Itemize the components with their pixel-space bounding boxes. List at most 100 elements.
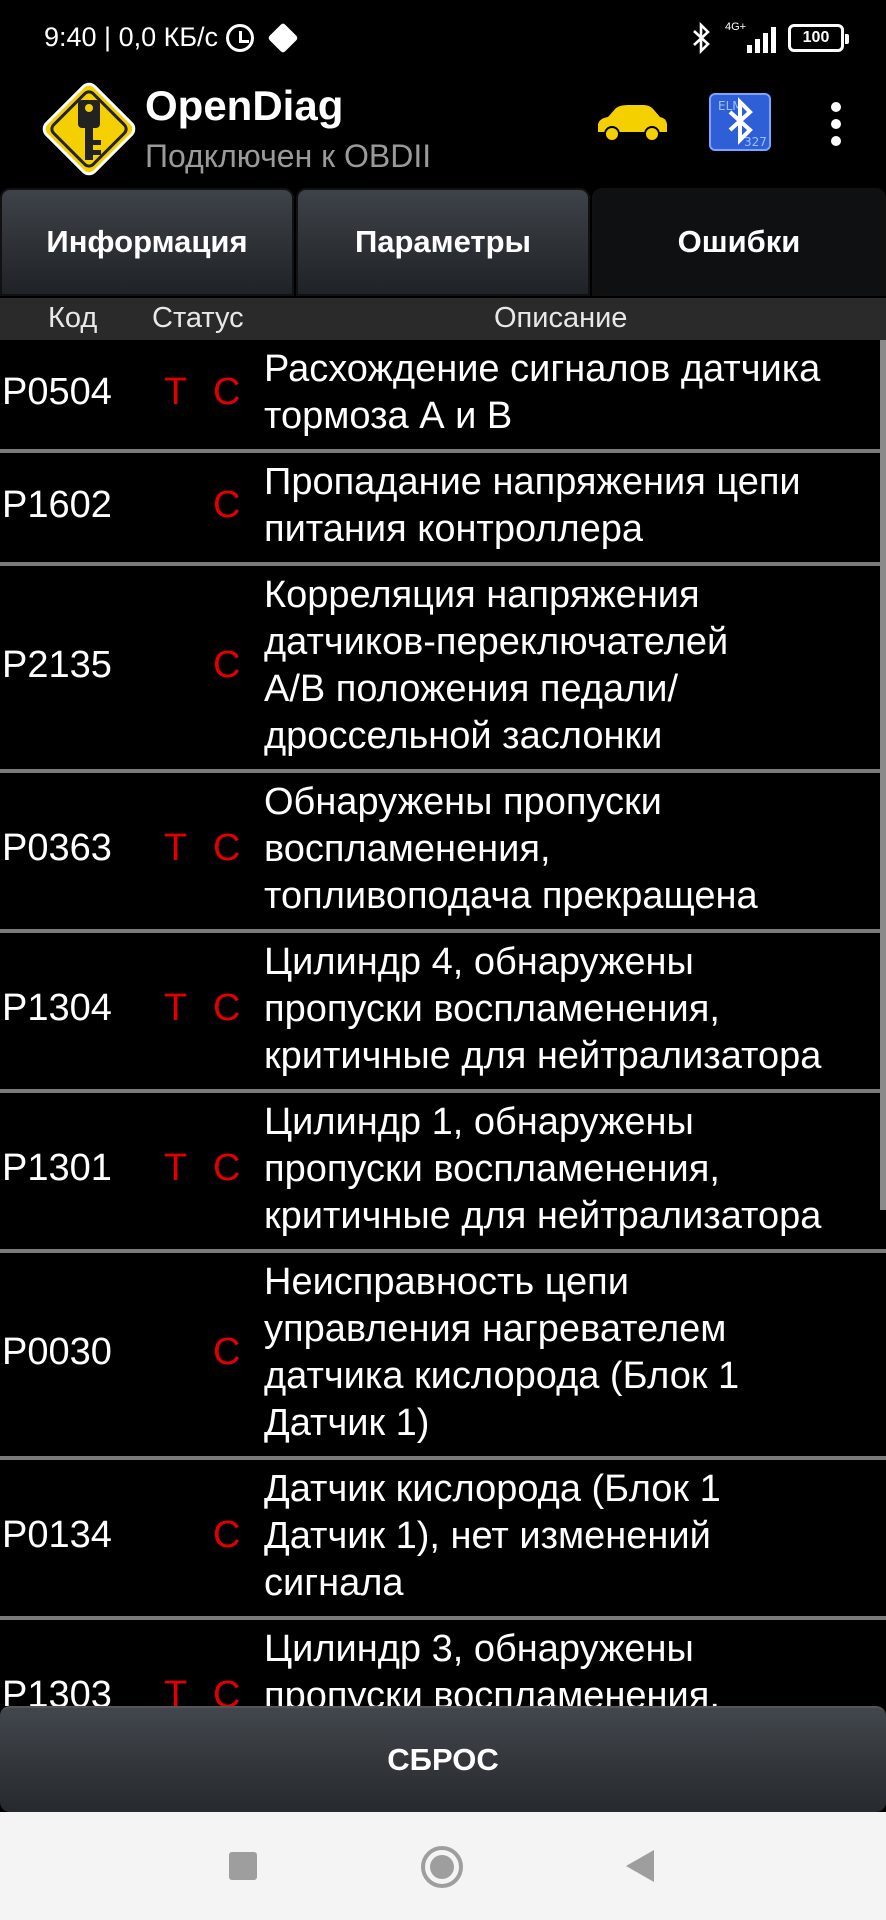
svg-text:327: 327 xyxy=(744,135,767,149)
error-code: P0134 xyxy=(2,1514,112,1556)
description-line: Корреляция напряжения xyxy=(264,574,700,616)
car-icon[interactable] xyxy=(594,102,670,144)
error-row[interactable]: P0134 С Датчик кислорода (Блок 1 Датчик 1),… xyxy=(0,1460,886,1620)
error-row[interactable]: P1303 Т С Цилиндр 3, обнаружены пропуски вос… xyxy=(0,1620,886,1706)
battery-icon: 100 xyxy=(788,24,849,52)
error-row[interactable]: P2135 С Корреляция напряжения датчиков-пере… xyxy=(0,566,886,773)
status-t: Т xyxy=(164,371,188,413)
status-c: С xyxy=(213,1674,241,1706)
status-c: С xyxy=(213,484,241,526)
back-icon[interactable] xyxy=(626,1850,654,1882)
description-line: Цилиндр 4, обнаружены xyxy=(264,941,694,983)
error-description: Цилиндр 1, обнаружены пропуски воспламене… xyxy=(264,1099,886,1240)
description-line: Пропадание напряжения цепи xyxy=(264,461,801,503)
error-description: Корреляция напряжения датчиков-переключат… xyxy=(264,572,886,760)
description-line: датчиков-переключателей xyxy=(264,621,729,663)
description-line: пропуски воспламенения, xyxy=(264,1148,720,1190)
status-t: Т xyxy=(164,987,188,1029)
description-line: датчика кислорода (Блок 1 xyxy=(264,1355,740,1397)
description-line: Расхождение сигналов датчика xyxy=(264,348,821,390)
description-line: воспламенения, xyxy=(264,828,551,870)
tab-parameters[interactable]: Параметры xyxy=(296,188,590,296)
error-list[interactable]: P0504 Т С Расхождение сигналов датчика тормо… xyxy=(0,340,886,1706)
description-line: А/В положения педали/ xyxy=(264,668,679,710)
home-icon[interactable] xyxy=(421,1846,463,1888)
error-description: Неисправность цепи управления нагревателе… xyxy=(264,1259,886,1447)
status-right: 4G+ 100 xyxy=(691,21,849,54)
status-c: С xyxy=(213,1147,241,1189)
column-header: Код Статус Описание xyxy=(0,298,886,340)
column-description: Описание xyxy=(494,302,628,334)
connection-status: Подключен к OBDII xyxy=(145,138,432,174)
bluetooth-status-icon xyxy=(693,22,710,54)
description-line: питания контроллера xyxy=(264,508,644,550)
error-description: Датчик кислорода (Блок 1 Датчик 1), нет и… xyxy=(264,1466,886,1607)
column-code: Код xyxy=(48,302,98,334)
error-description: Пропадание напряжения цепи питания контро… xyxy=(264,459,886,553)
tab-information[interactable]: Информация xyxy=(0,188,294,296)
error-row[interactable]: P1304 Т С Цилиндр 4, обнаружены пропуски вос… xyxy=(0,933,886,1093)
status-bar: 9:40 | 0,0 КБ/с 4G+ 100 xyxy=(0,0,886,76)
description-line: управления нагревателем xyxy=(264,1308,727,1350)
error-description: Цилиндр 3, обнаружены пропуски воспламене… xyxy=(264,1626,886,1706)
description-line: Датчик 1) xyxy=(264,1402,430,1444)
error-row[interactable]: P0504 Т С Расхождение сигналов датчика тормо… xyxy=(0,340,886,453)
description-line: критичные для нейтрализатора xyxy=(264,1195,822,1237)
description-line: пропуски воспламенения, xyxy=(264,988,720,1030)
error-code: P1301 xyxy=(2,1147,112,1189)
error-row[interactable]: P0363 Т С Обнаружены пропуски воспламенения,… xyxy=(0,773,886,933)
error-row[interactable]: P1602 С Пропадание напряжения цепи питания … xyxy=(0,453,886,566)
alarm-icon xyxy=(226,23,255,52)
network-type: 4G+ xyxy=(725,21,747,33)
description-line: Датчик 1), нет изменений xyxy=(264,1515,711,1557)
error-code: P1304 xyxy=(2,987,112,1029)
battery-level: 100 xyxy=(802,29,830,46)
status-t: Т xyxy=(164,1674,188,1706)
error-row[interactable]: P0030 С Неисправность цепи управления нагре… xyxy=(0,1253,886,1460)
description-line: топливоподача прекращена xyxy=(264,875,758,917)
status-c: С xyxy=(213,987,241,1029)
navigation-bar xyxy=(0,1812,886,1920)
recents-icon[interactable] xyxy=(229,1852,257,1880)
app-bar: OpenDiag Подключен к OBDII ELM 327 xyxy=(0,76,886,188)
error-description: Цилиндр 4, обнаружены пропуски воспламене… xyxy=(264,939,886,1080)
description-line: Обнаружены пропуски xyxy=(264,781,662,823)
overflow-menu-icon[interactable] xyxy=(822,102,850,146)
status-t: Т xyxy=(164,1147,188,1189)
bluetooth-elm327-icon[interactable]: ELM 327 xyxy=(708,92,772,152)
status-c: С xyxy=(213,1514,241,1556)
error-description: Расхождение сигналов датчика тормоза А и … xyxy=(264,346,886,440)
error-description: Обнаружены пропуски воспламенения, топливо… xyxy=(264,779,886,920)
description-line: Цилиндр 1, обнаружены xyxy=(264,1101,694,1143)
notification-diamond-icon xyxy=(267,21,299,54)
description-line: дроссельной заслонки xyxy=(264,715,663,757)
app-title: OpenDiag xyxy=(145,82,344,129)
description-line: пропуски воспламенения, xyxy=(264,1675,720,1706)
description-line: тормоза А и В xyxy=(264,395,513,437)
signal-icon: 4G+ xyxy=(725,21,776,53)
error-row[interactable]: P1301 Т С Цилиндр 1, обнаружены пропуски вос… xyxy=(0,1093,886,1253)
status-c: С xyxy=(213,1331,241,1373)
description-line: Датчик кислорода (Блок 1 xyxy=(264,1468,721,1510)
status-c: С xyxy=(213,371,241,413)
status-c: С xyxy=(213,644,241,686)
reset-button[interactable]: СБРОС xyxy=(0,1706,886,1812)
column-status: Статус xyxy=(152,302,244,334)
status-t: Т xyxy=(164,827,188,869)
description-line: сигнала xyxy=(264,1562,404,1604)
app-logo-key-icon xyxy=(42,82,136,176)
description-line: Цилиндр 3, обнаружены xyxy=(264,1628,694,1670)
error-code: P1303 xyxy=(2,1674,112,1706)
status-time-speed: 9:40 | 0,0 КБ/с xyxy=(44,22,219,52)
error-code: P0030 xyxy=(2,1331,112,1373)
scrollbar[interactable] xyxy=(880,340,886,1210)
status-c: С xyxy=(213,827,241,869)
error-code: P0363 xyxy=(2,827,112,869)
status-left: 9:40 | 0,0 КБ/с xyxy=(44,21,299,54)
tab-errors[interactable]: Ошибки xyxy=(592,188,886,296)
error-code: P2135 xyxy=(2,644,112,686)
description-line: Неисправность цепи xyxy=(264,1261,629,1303)
tab-bar: Информация Параметры Ошибки xyxy=(0,188,886,296)
error-code: P1602 xyxy=(2,484,112,526)
error-code: P0504 xyxy=(2,371,112,413)
